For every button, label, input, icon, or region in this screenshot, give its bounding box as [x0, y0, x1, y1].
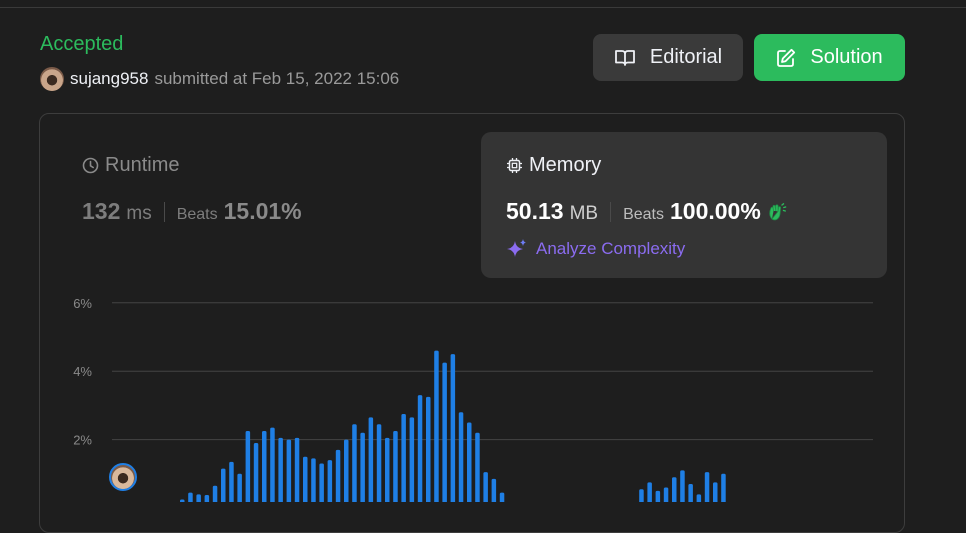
memory-stats: 50.13 MB Beats 100.00% — [506, 198, 787, 225]
avatar[interactable] — [40, 67, 64, 91]
username-link[interactable]: sujang958 — [70, 69, 148, 89]
solution-label: Solution — [810, 46, 883, 68]
runtime-beats-label: Beats — [176, 206, 218, 223]
sparkle-icon — [507, 239, 526, 257]
submission-status: Accepted — [40, 33, 124, 55]
runtime-beats-pct: 15.01% — [223, 198, 302, 224]
runtime-unit: ms — [126, 203, 152, 224]
memory-label: Memory — [529, 154, 602, 176]
clock-icon — [82, 157, 99, 174]
runtime-stats: 132 ms Beats 15.01% — [82, 198, 302, 225]
divider — [610, 201, 612, 222]
submitted-time: submitted at Feb 15, 2022 15:06 — [154, 69, 400, 88]
analyze-complexity-button[interactable]: Analyze Complexity — [506, 238, 685, 260]
divider — [163, 201, 165, 222]
edit-icon — [777, 48, 796, 67]
solution-button[interactable]: Solution — [754, 34, 905, 81]
memory-beats-label: Beats — [623, 206, 664, 223]
book-icon — [614, 49, 635, 66]
editorial-button[interactable]: Editorial — [593, 34, 743, 81]
memory-unit: MB — [569, 203, 599, 224]
chip-icon — [507, 158, 522, 173]
top-divider — [0, 7, 966, 8]
runtime-label: Runtime — [105, 154, 180, 176]
memory-beats-pct: 100.00% — [669, 198, 761, 224]
editorial-label: Editorial — [649, 46, 723, 68]
user-position-avatar — [109, 463, 137, 491]
clap-icon — [769, 202, 787, 220]
submission-meta: sujang958 submitted at Feb 15, 2022 15:0… — [40, 67, 399, 91]
runtime-tab[interactable]: Runtime — [82, 154, 179, 177]
analyze-complexity-label: Analyze Complexity — [536, 239, 686, 258]
memory-value: 50.13 — [506, 198, 564, 224]
runtime-value: 132 — [82, 198, 121, 224]
memory-tab[interactable]: Memory — [506, 154, 601, 177]
